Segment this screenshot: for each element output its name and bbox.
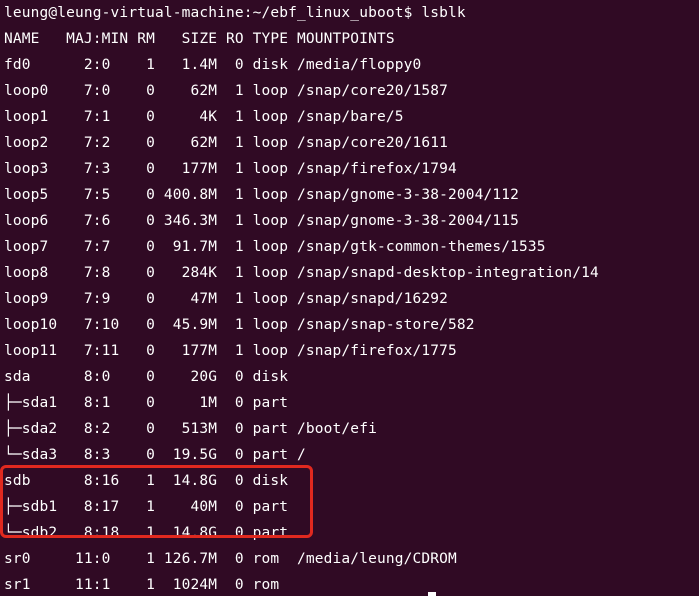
device-row-loop0: loop0 7:0 0 62M 1 loop /snap/core20/1587 [4,83,448,99]
sdb-highlight-box [0,465,313,538]
table-header: NAME MAJ:MIN RM SIZE RO TYPE MOUNTPOINTS [4,31,395,47]
device-row-sda1: ├─sda1 8:1 0 1M 0 part [4,395,289,411]
device-row-loop5: loop5 7:5 0 400.8M 1 loop /snap/gnome-3-… [4,187,520,203]
device-row-loop9: loop9 7:9 0 47M 1 loop /snap/snapd/16292 [4,291,448,307]
device-row-sda: sda 8:0 0 20G 0 disk [4,369,289,385]
device-row-loop6: loop6 7:6 0 346.3M 1 loop /snap/gnome-3-… [4,213,520,229]
device-row-fd0: fd0 2:0 1 1.4M 0 disk /media/floppy0 [4,57,422,73]
device-row-sda2: ├─sda2 8:2 0 513M 0 part /boot/efi [4,421,377,437]
device-row-loop2: loop2 7:2 0 62M 1 loop /snap/core20/1611 [4,135,448,151]
device-row-loop7: loop7 7:7 0 91.7M 1 loop /snap/gtk-commo… [4,239,546,255]
device-row-sr0: sr0 11:0 1 126.7M 0 rom /media/leung/CDR… [4,551,457,567]
device-row-loop8: loop8 7:8 0 284K 1 loop /snap/snapd-desk… [4,265,599,281]
device-row-loop10: loop10 7:10 0 45.9M 1 loop /snap/snap-st… [4,317,475,333]
command-prompt: leung@leung-virtual-machine:~/ebf_linux_… [4,5,466,21]
device-row-loop1: loop1 7:1 0 4K 1 loop /snap/bare/5 [4,109,404,125]
device-row-loop11: loop11 7:11 0 177M 1 loop /snap/firefox/… [4,343,457,359]
device-row-sr1: sr1 11:1 1 1024M 0 rom [4,577,280,593]
device-row-loop3: loop3 7:3 0 177M 1 loop /snap/firefox/17… [4,161,457,177]
terminal-cursor [428,592,436,596]
terminal-window[interactable]: leung@leung-virtual-machine:~/ebf_linux_… [0,0,699,596]
